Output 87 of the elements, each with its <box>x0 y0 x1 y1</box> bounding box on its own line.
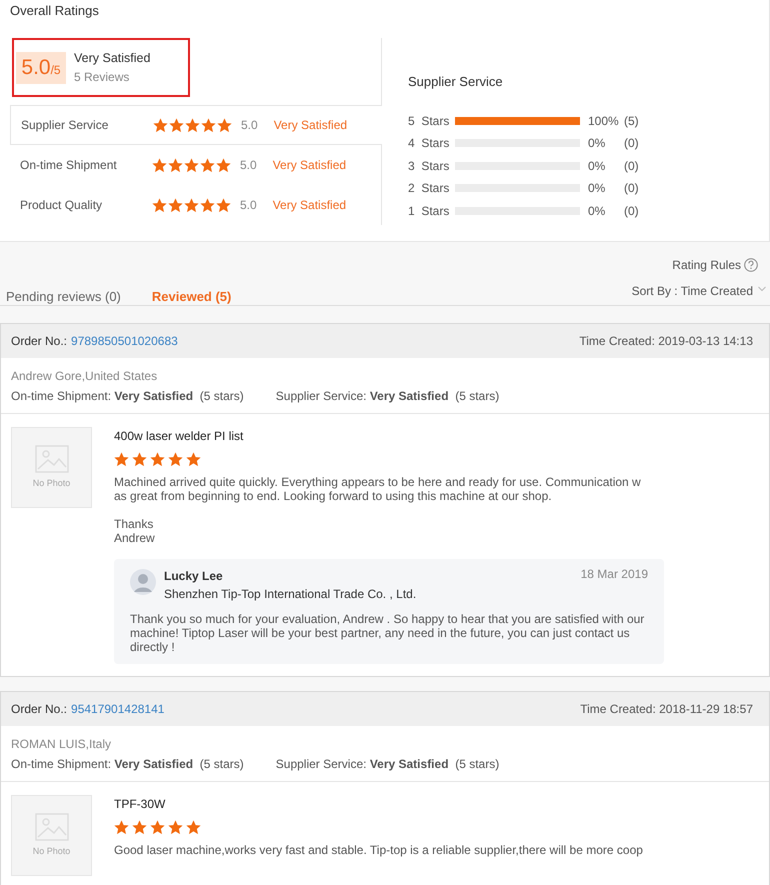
star-icon <box>184 158 199 172</box>
count-label: (0) <box>624 202 639 220</box>
count-label: (0) <box>624 135 639 152</box>
rating-verdict: Very Satisfied <box>272 157 346 174</box>
overall-score: 5.0 <box>21 54 51 80</box>
star-level-label: 1 Stars <box>408 202 450 220</box>
rating-score: 5.0 <box>241 117 258 134</box>
star-icon <box>169 118 184 132</box>
section-title: Overall Ratings <box>10 2 100 20</box>
percent-label: 0% <box>588 180 606 198</box>
rating-score: 5.0 <box>240 157 257 174</box>
star-icon <box>216 198 231 212</box>
star-icon <box>186 820 201 835</box>
star-icon <box>114 452 129 467</box>
star-icon <box>168 452 183 467</box>
rating-name: Product Quality <box>20 198 102 212</box>
time-created: Time Created: 2019-03-13 14:13 <box>579 333 753 350</box>
star-icon <box>184 198 199 212</box>
avatar-icon <box>130 569 156 595</box>
buyer-name: ROMAN LUIS,Italy <box>11 736 112 753</box>
count-label: (0) <box>624 158 639 175</box>
no-photo-label: No Photo <box>32 476 70 490</box>
star-icon <box>168 158 183 172</box>
reply-date: 18 Mar 2019 <box>580 566 648 583</box>
star-icon <box>132 820 147 835</box>
seller-name: Lucky Lee <box>164 568 224 585</box>
rating-verdict: Very Satisfied <box>274 117 348 134</box>
time-created: Time Created: 2018-11-29 18:57 <box>580 701 753 718</box>
star-icon <box>150 820 165 835</box>
star-icon <box>168 198 183 212</box>
buyer-rating: On-time Shipment: Very Satisfied (5 stars) <box>11 756 244 773</box>
summary-label: Very Satisfied <box>74 50 150 68</box>
star-icon <box>132 452 147 467</box>
buyer-name: Andrew Gore,United States <box>11 368 158 385</box>
star-icon <box>201 118 216 132</box>
star-icon <box>200 198 215 212</box>
sort-dropdown[interactable]: Sort By : Time Created <box>632 282 766 298</box>
star-icon <box>216 158 231 172</box>
rating-row[interactable]: On-time Shipment 5.0 Very Satisfied <box>10 145 382 185</box>
count-label: (0) <box>624 180 639 198</box>
star-icon <box>186 452 201 467</box>
seller-company: Shenzhen Tip-Top International Trade Co. , Ltd. <box>164 586 418 603</box>
help-icon[interactable] <box>744 258 758 272</box>
product-name: 400w laser welder PI list <box>114 428 244 445</box>
reply-text: Thank you so much for your evaluation, Andrew . So happy to hear that you are satisfied with our machine! Tiptop Laser will be your best partner, any need in the future, you can just contact us directly ! <box>130 612 646 654</box>
percent-label: 0% <box>588 135 606 152</box>
star-level-label: 3 Stars <box>408 158 450 175</box>
rating-rules-link[interactable]: Rating Rules <box>672 256 741 274</box>
rating-score: 5.0 <box>240 197 257 214</box>
review-text: Good laser machine,works very fast and stable. Tip-top is a reliable supplier,there will be more coop <box>114 843 643 857</box>
buyer-rating: On-time Shipment: Very Satisfied (5 stars) <box>11 388 244 405</box>
caret-icon <box>758 286 766 292</box>
rating-name: Supplier Service <box>21 118 108 132</box>
star-icon <box>200 158 215 172</box>
star-icon <box>217 118 232 132</box>
rating-row[interactable]: Product Quality 5.0 Very Satisfied <box>10 185 382 225</box>
star-icon <box>152 158 167 172</box>
review-count: 5 Reviews <box>74 68 130 86</box>
star-level-label: 2 Stars <box>408 180 450 198</box>
order-label: Order No.: <box>11 702 68 716</box>
star-icon <box>114 820 129 835</box>
percent-label: 0% <box>588 202 606 220</box>
review-text: Thanks Andrew <box>114 517 156 545</box>
product-name: TPF-30W <box>114 796 166 813</box>
rating-verdict: Very Satisfied <box>272 197 346 214</box>
rating-row[interactable]: Supplier Service 5.0 Very Satisfied <box>10 105 382 145</box>
order-number-link[interactable]: 95417901428141 <box>71 702 164 716</box>
order-number-link[interactable]: 9789850501020683 <box>71 334 178 348</box>
distribution-title: Supplier Service <box>408 73 504 91</box>
percent-label: 0% <box>588 158 606 175</box>
review-text: Machined arrived quite quickly. Everything appears to be here and ready for use. Communication w as great from beginning to end. Looking forward to using this machine at our shop. <box>114 475 642 503</box>
no-photo-label: No Photo <box>32 844 70 858</box>
star-icon <box>185 118 200 132</box>
star-icon <box>153 118 168 132</box>
count-label: (5) <box>624 112 639 130</box>
score-scale: /5 <box>50 62 61 78</box>
percent-label: 100% <box>588 112 620 130</box>
buyer-rating: Supplier Service: Very Satisfied (5 stars) <box>276 388 500 405</box>
star-level-label: 5 Stars <box>408 112 450 130</box>
star-level-label: 4 Stars <box>408 135 450 152</box>
order-label: Order No.: <box>11 334 68 348</box>
filter-tab[interactable]: Pending reviews (0) <box>0 288 121 305</box>
buyer-rating: Supplier Service: Very Satisfied (5 stars) <box>276 756 500 773</box>
star-icon <box>168 820 183 835</box>
star-icon <box>152 198 167 212</box>
rating-name: On-time Shipment <box>20 158 117 172</box>
star-icon <box>150 452 165 467</box>
